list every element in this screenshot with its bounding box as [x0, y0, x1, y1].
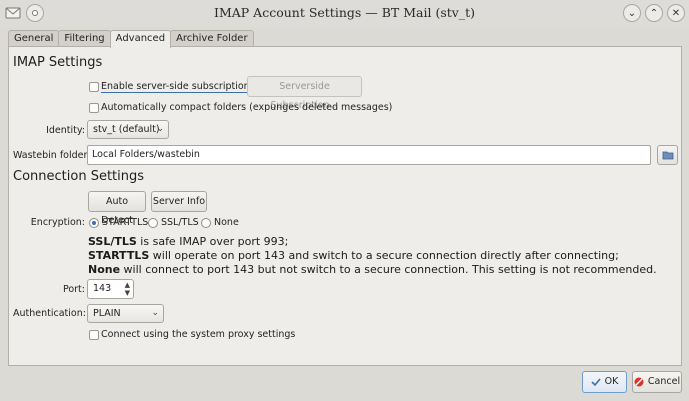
imap-settings-heading: IMAP Settings — [13, 55, 103, 70]
identity-label: Identity: — [46, 125, 85, 136]
auto-compact-checkbox[interactable] — [89, 103, 99, 113]
connection-settings-heading: Connection Settings — [13, 169, 145, 184]
browse-folder-button[interactable] — [657, 145, 678, 165]
authentication-value: PLAIN — [93, 308, 121, 319]
encryption-ssltls-label: SSL/TLS — [161, 217, 199, 228]
tab-archive-folder[interactable]: Archive Folder — [170, 30, 254, 47]
server-info-button[interactable]: Server Info — [151, 191, 207, 212]
encryption-starttls-label: STARTTLS — [102, 217, 149, 228]
info-none-text: will connect to port 143 but not switch … — [120, 263, 657, 276]
encryption-info-none: None will connect to port 143 but not sw… — [88, 263, 657, 277]
enable-subscriptions-label: Enable server-side subscriptions — [101, 81, 255, 93]
tab-advanced[interactable]: Advanced — [109, 30, 172, 48]
encryption-info-ssltls: SSL/TLS is safe IMAP over port 993; — [88, 235, 288, 249]
enable-subscriptions-checkbox[interactable] — [89, 82, 99, 92]
ok-label: OK — [604, 376, 619, 387]
authentication-select[interactable]: PLAIN ⌄ — [87, 304, 164, 323]
window-title: IMAP Account Settings — BT Mail (stv_t) — [214, 5, 475, 20]
cancel-button[interactable]: Cancel — [632, 371, 682, 393]
close-button[interactable]: ✕ — [667, 4, 685, 22]
encryption-starttls-radio[interactable] — [89, 218, 99, 228]
encryption-none-label: None — [214, 217, 239, 228]
encryption-label: Encryption: — [30, 217, 85, 228]
tab-bar: General Filtering Advanced Archive Folde… — [8, 30, 254, 48]
info-ssltls-text: is safe IMAP over port 993; — [136, 235, 289, 248]
chevron-up-icon: ⌃ — [649, 7, 659, 19]
auto-detect-button[interactable]: Auto Detect — [88, 191, 146, 226]
chevron-down-icon: ⌄ — [156, 124, 164, 134]
advanced-panel: IMAP Settings Enable server-side subscri… — [8, 46, 682, 366]
info-starttls-text: will operate on port 143 and switch to a… — [149, 249, 619, 262]
info-ssltls-bold: SSL/TLS — [88, 235, 137, 248]
wastebin-label: Wastebin folder: — [13, 150, 91, 161]
identity-select[interactable]: stv_t (default) ⌄ — [87, 120, 169, 139]
encryption-none-radio[interactable] — [201, 218, 211, 228]
cancel-label: Cancel — [647, 376, 681, 387]
info-none-bold: None — [88, 263, 121, 276]
maximize-button[interactable]: ⌃ — [645, 4, 663, 22]
chevron-down-icon: ⌄ — [627, 7, 637, 19]
serverside-subscription-button[interactable]: Serverside Subscription... — [247, 76, 362, 111]
tab-general[interactable]: General — [8, 30, 60, 47]
wastebin-folder-field[interactable]: Local Folders/wastebin — [87, 145, 651, 165]
minimize-button[interactable]: ⌄ — [623, 4, 641, 22]
identity-value: stv_t (default) — [93, 124, 160, 135]
close-icon: ✕ — [671, 7, 681, 19]
info-starttls-bold: STARTTLS — [88, 249, 150, 262]
port-label: Port: — [62, 284, 85, 295]
folder-icon — [662, 151, 673, 160]
checkmark-icon — [591, 378, 601, 387]
encryption-ssltls-radio[interactable] — [148, 218, 158, 228]
spin-arrows-icon[interactable]: ▲ ▼ — [125, 281, 130, 297]
chevron-down-icon: ⌄ — [151, 308, 159, 318]
port-value: 143 — [93, 283, 112, 294]
proxy-label: Connect using the system proxy settings — [101, 329, 296, 340]
proxy-checkbox[interactable] — [89, 330, 99, 340]
tab-filtering[interactable]: Filtering — [58, 30, 111, 47]
authentication-label: Authentication: — [13, 308, 86, 319]
auto-compact-label: Automatically compact folders (expunges … — [101, 102, 393, 113]
port-spinbox[interactable]: 143 ▲ ▼ — [87, 279, 134, 299]
ok-button[interactable]: OK — [582, 371, 627, 393]
encryption-info-starttls: STARTTLS will operate on port 143 and sw… — [88, 249, 619, 263]
title-bar: IMAP Account Settings — BT Mail (stv_t) … — [0, 0, 689, 27]
cancel-icon — [634, 377, 644, 387]
